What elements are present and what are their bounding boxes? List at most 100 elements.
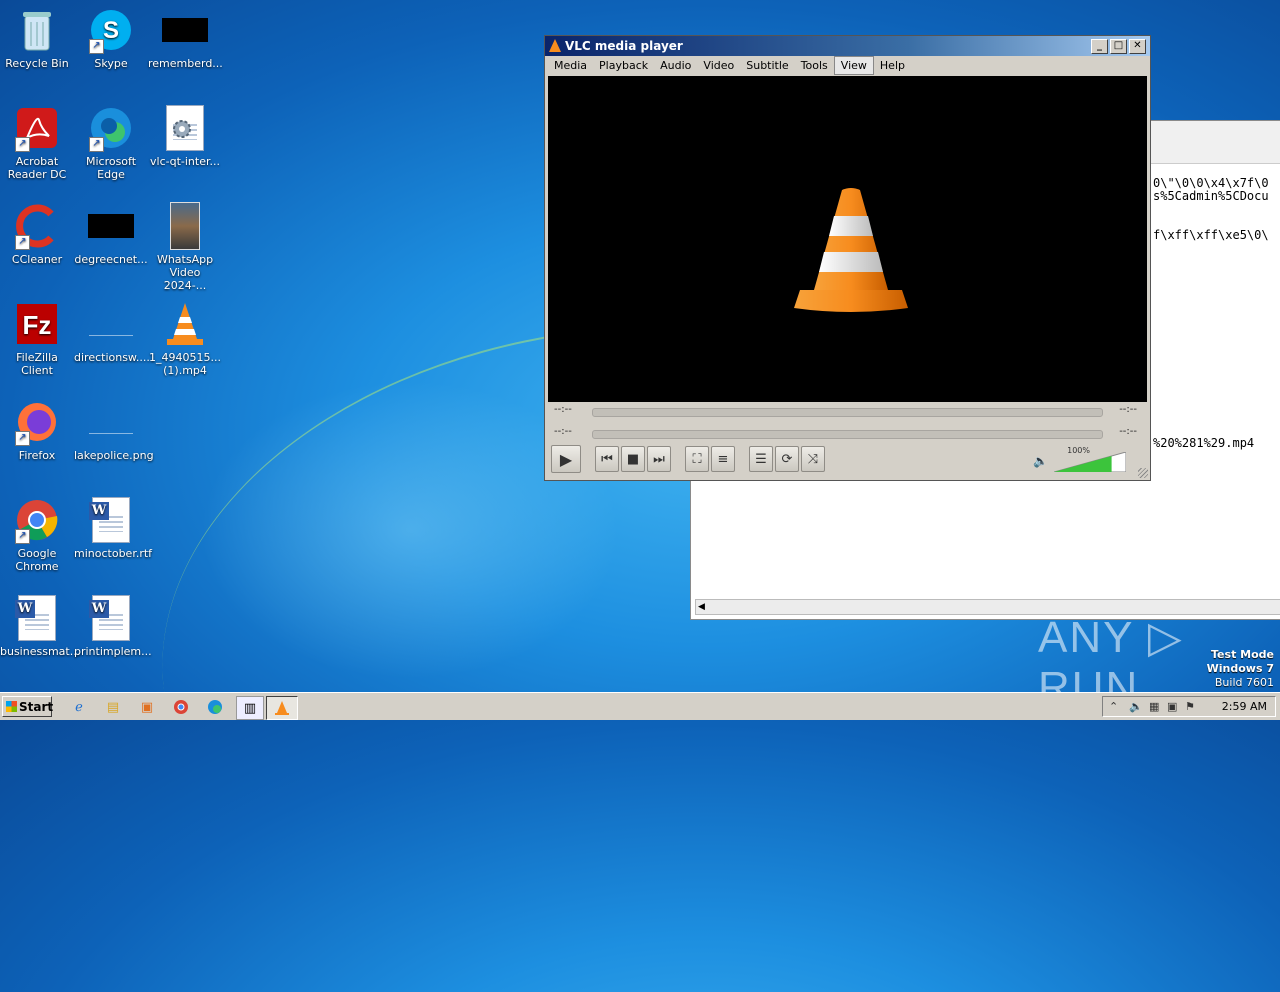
- seek-bar[interactable]: [592, 408, 1103, 417]
- shortcut-arrow-icon: ↗: [15, 431, 30, 446]
- desktop-icon-businessmat[interactable]: W businessmat...: [0, 594, 81, 658]
- menu-media[interactable]: Media: [548, 56, 593, 75]
- menu-subtitle[interactable]: Subtitle: [740, 56, 794, 75]
- play-button[interactable]: ▶: [551, 445, 581, 473]
- menu-help[interactable]: Help: [874, 56, 911, 75]
- explorer-icon[interactable]: ▤: [102, 696, 124, 718]
- chrome-taskbar-icon[interactable]: [170, 696, 192, 718]
- desktop-icon-ccleaner[interactable]: ↗ CCleaner: [0, 202, 74, 266]
- vlc-menubar: Media Playback Audio Video Subtitle Tool…: [545, 56, 1150, 75]
- minimize-button[interactable]: _: [1091, 39, 1108, 54]
- desktop-icon-label: degreecnet...: [74, 253, 148, 266]
- window-title: VLC media player: [565, 39, 683, 53]
- shuffle-button[interactable]: ⤨: [801, 446, 825, 472]
- playlist-button[interactable]: ☰: [749, 446, 773, 472]
- video-thumbnail-icon: [161, 202, 209, 250]
- network-icon[interactable]: ▦: [1149, 700, 1159, 713]
- desktop-icon-degreecnet[interactable]: degreecnet...: [74, 202, 148, 266]
- desktop-icon-label: rememberd...: [148, 57, 223, 70]
- fullscreen-button[interactable]: ⛶: [685, 446, 709, 472]
- desktop-icon-acrobat[interactable]: ↗ Acrobat Reader DC: [0, 104, 74, 181]
- action-center-icon[interactable]: ▣: [1167, 700, 1177, 713]
- edge-taskbar-icon[interactable]: [204, 696, 226, 718]
- resize-grip[interactable]: [1138, 468, 1148, 478]
- desktop-icon-firefox[interactable]: ↗ Firefox: [0, 398, 74, 462]
- next-button[interactable]: ⏭: [647, 446, 671, 472]
- recycle-bin-icon: [13, 6, 61, 54]
- desktop-icon-label: Recycle Bin: [5, 57, 69, 70]
- desktop-icon-minoctober[interactable]: W minoctober.rtf: [74, 496, 152, 560]
- loop-button[interactable]: ⟳: [775, 446, 799, 472]
- seek-row-2: --:-- --:--: [548, 426, 1147, 440]
- chevron-up-icon[interactable]: ⌃: [1109, 700, 1118, 713]
- desktop-icon-edge[interactable]: ↗ Microsoft Edge: [74, 104, 148, 181]
- playback-controls: ▶ ⏮ ■ ⏭ ⛶ ≡ ☰ ⟳ ⤨ 🔈 100%: [551, 445, 1144, 474]
- word-document-icon: W: [87, 594, 135, 642]
- desktop-icon-label: Google Chrome: [15, 547, 59, 573]
- desktop-icon-lakepolice[interactable]: lakepolice.png: [74, 398, 154, 462]
- speaker-tray-icon[interactable]: 🔈: [1129, 700, 1143, 713]
- notepad-taskbar-icon[interactable]: ▥: [236, 696, 264, 720]
- elapsed-time: --:--: [554, 404, 572, 415]
- desktop-icon-rememberd[interactable]: rememberd...: [148, 6, 223, 70]
- secondary-seek-bar[interactable]: [592, 430, 1103, 439]
- skype-icon: S ↗: [87, 6, 135, 54]
- image-file-icon: [87, 398, 135, 446]
- menu-view[interactable]: View: [833, 56, 874, 75]
- speaker-icon[interactable]: 🔈: [1033, 454, 1048, 468]
- flag-icon[interactable]: ⚑: [1185, 700, 1195, 713]
- desktop-icon-mp4[interactable]: 1_4940515... (1).mp4: [148, 300, 222, 377]
- stop-button[interactable]: ■: [621, 446, 645, 472]
- text-line: f\xff\xff\xe5\0\: [1153, 228, 1269, 242]
- text-line: %20%281%29.mp4: [1153, 436, 1255, 450]
- maximize-button[interactable]: □: [1110, 39, 1127, 54]
- desktop-icon-label: 1_4940515... (1).mp4: [149, 351, 221, 377]
- text-line: s%5Cadmin%5CDocu: [1153, 189, 1269, 203]
- firefox-icon: ↗: [13, 398, 61, 446]
- total-time: --:--: [1119, 404, 1137, 415]
- start-button[interactable]: Start: [2, 696, 53, 717]
- desktop-icon-recycle-bin[interactable]: Recycle Bin: [0, 6, 74, 70]
- vlc-taskbar-icon[interactable]: [266, 696, 298, 720]
- menu-audio[interactable]: Audio: [654, 56, 697, 75]
- shortcut-arrow-icon: ↗: [89, 137, 104, 152]
- desktop-icon-label: printimplem...: [74, 645, 152, 658]
- desktop-icon-vlc-qt[interactable]: vlc-qt-inter...: [148, 104, 222, 168]
- volume-slider[interactable]: [1054, 452, 1126, 472]
- filezilla-icon: Fz: [13, 300, 61, 348]
- desktop-icon-label: Microsoft Edge: [85, 155, 137, 181]
- desktop-icon-label: directionsw....: [74, 351, 150, 364]
- desktop-icon-printimplem[interactable]: W printimplem...: [74, 594, 152, 658]
- config-file-icon: [161, 104, 209, 152]
- clock[interactable]: 2:59 AM: [1222, 700, 1267, 713]
- test-mode-label: Test Mode: [1211, 648, 1274, 661]
- vlc-window[interactable]: VLC media player _ □ ✕ Media Playback Au…: [544, 35, 1151, 481]
- desktop-icon-label: businessmat...: [0, 645, 81, 658]
- desktop-icon-label: CCleaner: [11, 253, 63, 266]
- ccleaner-icon: ↗: [13, 202, 61, 250]
- desktop-icon-directionsw[interactable]: directionsw....: [74, 300, 150, 364]
- video-area[interactable]: [548, 76, 1147, 402]
- vlc-title-bar[interactable]: VLC media player _ □ ✕: [545, 36, 1150, 56]
- desktop-icon-label: WhatsApp Video 2024-...: [156, 253, 214, 292]
- desktop-icon-label: Firefox: [18, 449, 56, 462]
- seek-row: --:-- --:--: [548, 404, 1147, 418]
- vlc-cone-icon: [549, 39, 561, 52]
- desktop-icon-label: lakepolice.png: [74, 449, 154, 462]
- menu-video[interactable]: Video: [697, 56, 740, 75]
- menu-playback[interactable]: Playback: [593, 56, 654, 75]
- edge-icon: ↗: [87, 104, 135, 152]
- close-button[interactable]: ✕: [1129, 39, 1146, 54]
- scroll-left-icon[interactable]: ◀: [698, 600, 705, 614]
- desktop-icon-skype[interactable]: S ↗ Skype: [74, 6, 148, 70]
- total-time-2: --:--: [1119, 426, 1137, 437]
- menu-tools[interactable]: Tools: [795, 56, 834, 75]
- desktop-icon-whatsapp-video[interactable]: WhatsApp Video 2024-...: [148, 202, 222, 292]
- taskbar: Start ℯ ▤ ▣ ▥ ⌃ 🔈 ▦ ▣ ⚑ 2:59 AM: [0, 692, 1280, 720]
- media-player-icon[interactable]: ▣: [136, 696, 158, 718]
- desktop-icon-filezilla[interactable]: Fz FileZilla Client: [0, 300, 74, 377]
- extended-settings-button[interactable]: ≡: [711, 446, 735, 472]
- desktop-icon-chrome[interactable]: ↗ Google Chrome: [0, 496, 74, 573]
- previous-button[interactable]: ⏮: [595, 446, 619, 472]
- ie-icon[interactable]: ℯ: [68, 696, 90, 718]
